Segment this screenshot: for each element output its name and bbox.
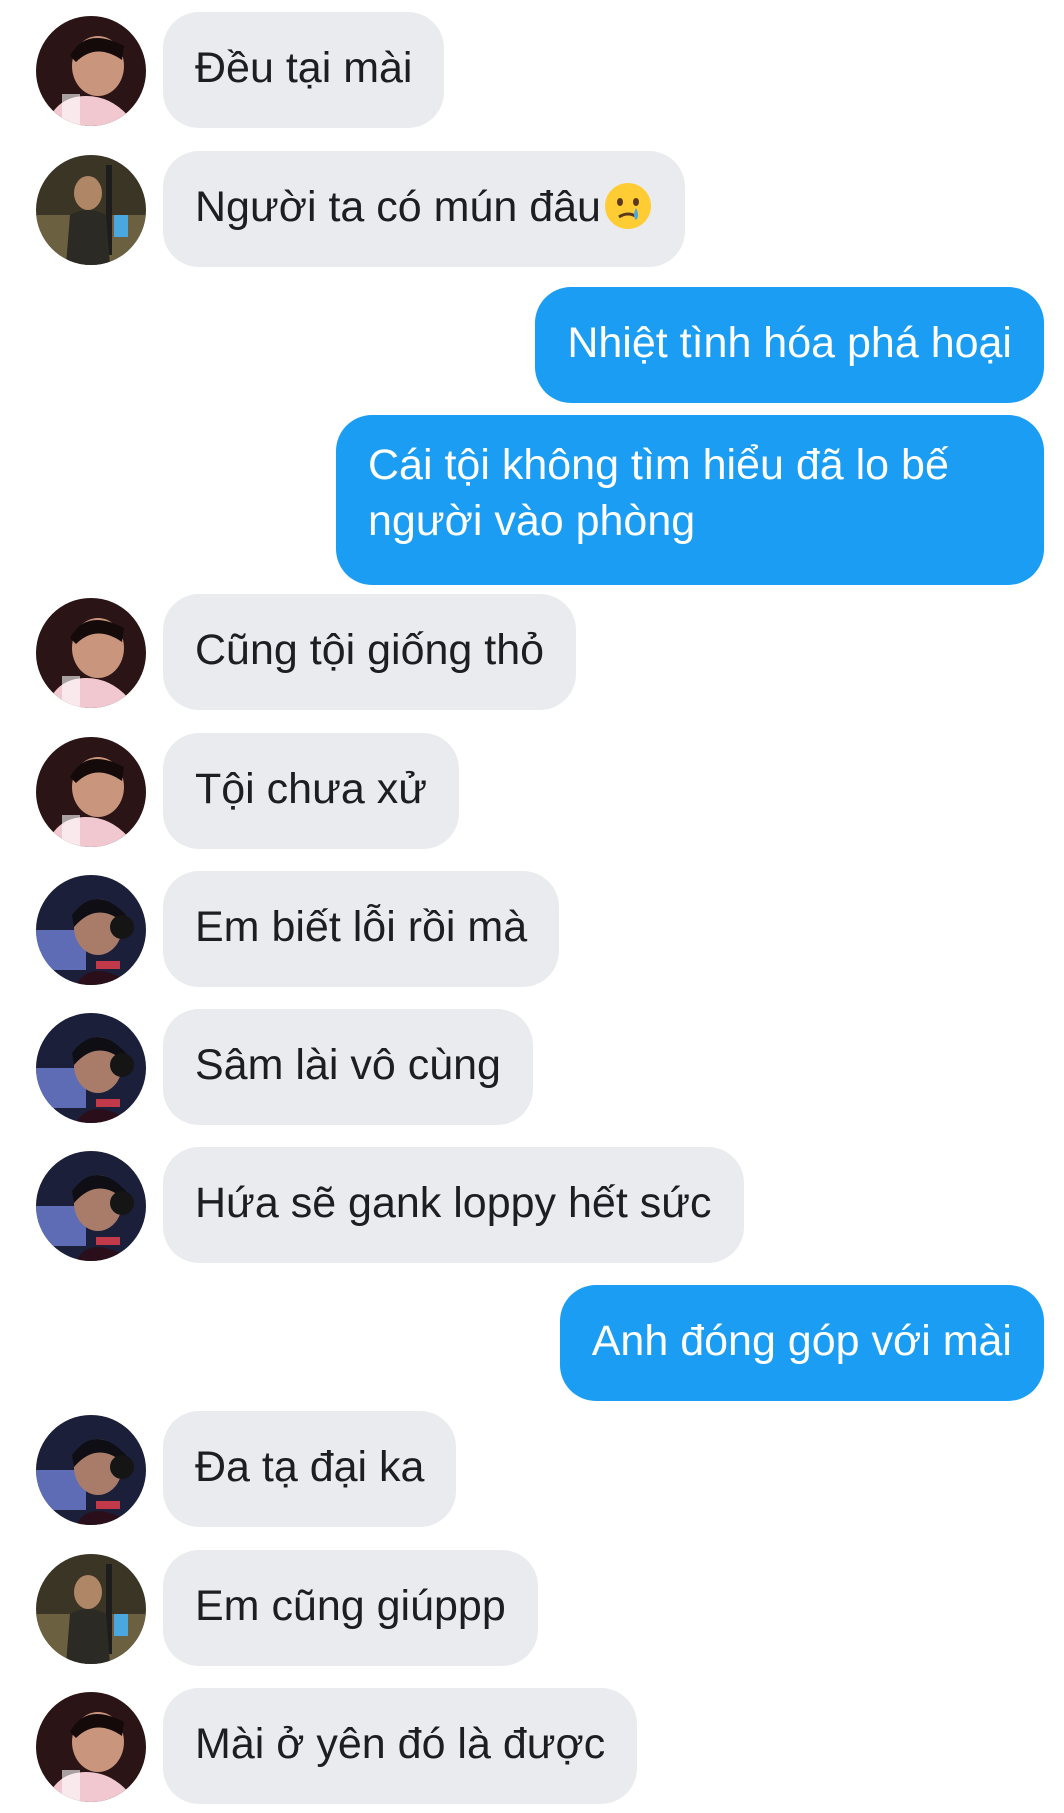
- avatar-boy-pink-hoodie[interactable]: [36, 16, 146, 126]
- message-row: Đa tạ đại ka: [0, 1411, 1064, 1527]
- avatar-gamer-headset[interactable]: [36, 1013, 146, 1123]
- chat-thread: Đều tại mài Người ta có mún đâu Nhiệt tì…: [0, 0, 1064, 1813]
- message-row: Nhiệt tình hóa phá hoại: [0, 287, 1064, 403]
- avatar-gamer-headset[interactable]: [36, 875, 146, 985]
- message-bubble[interactable]: Đa tạ đại ka: [163, 1411, 457, 1527]
- message-bubble[interactable]: Hứa sẽ gank loppy hết sức: [163, 1147, 744, 1263]
- avatar-guy-gym[interactable]: [36, 155, 146, 265]
- message-bubble[interactable]: Cái tội không tìm hiểu đã lo bế người và…: [336, 415, 1044, 585]
- message-row: Cũng tội giống thỏ: [0, 594, 1064, 710]
- message-row: Em biết lỗi rồi mà: [0, 871, 1064, 987]
- message-bubble[interactable]: Nhiệt tình hóa phá hoại: [535, 287, 1044, 403]
- message-row: Em cũng giúppp: [0, 1550, 1064, 1666]
- avatar-gamer-headset[interactable]: [36, 1151, 146, 1261]
- avatar-gamer-headset[interactable]: [36, 1415, 146, 1525]
- message-bubble[interactable]: Đều tại mài: [163, 12, 445, 128]
- message-row: Hứa sẽ gank loppy hết sức: [0, 1147, 1064, 1263]
- avatar-boy-pink-hoodie[interactable]: [36, 598, 146, 708]
- message-bubble[interactable]: Em cũng giúppp: [163, 1550, 538, 1666]
- avatar-boy-pink-hoodie[interactable]: [36, 737, 146, 847]
- crying-face-emoji-icon: [603, 181, 653, 231]
- message-bubble[interactable]: Anh đóng góp với mài: [559, 1285, 1044, 1401]
- message-text: Người ta có mún đâu: [195, 183, 601, 231]
- message-row: Cái tội không tìm hiểu đã lo bế người và…: [0, 415, 1064, 585]
- message-bubble[interactable]: Cũng tội giống thỏ: [163, 594, 577, 710]
- message-row: Sâm lài vô cùng: [0, 1009, 1064, 1125]
- message-bubble[interactable]: Tội chưa xử: [163, 733, 460, 849]
- message-row: Anh đóng góp với mài: [0, 1285, 1064, 1401]
- message-row: Đều tại mài: [0, 12, 1064, 128]
- message-row: Người ta có mún đâu: [0, 151, 1064, 267]
- message-bubble[interactable]: Sâm lài vô cùng: [163, 1009, 533, 1125]
- message-row: Tội chưa xử: [0, 733, 1064, 849]
- message-bubble[interactable]: Em biết lỗi rồi mà: [163, 871, 560, 987]
- message-row: Mài ở yên đó là được: [0, 1688, 1064, 1804]
- avatar-boy-pink-hoodie[interactable]: [36, 1692, 146, 1802]
- avatar-guy-gym[interactable]: [36, 1554, 146, 1664]
- message-bubble[interactable]: Người ta có mún đâu: [163, 151, 685, 267]
- message-bubble[interactable]: Mài ở yên đó là được: [163, 1688, 638, 1804]
